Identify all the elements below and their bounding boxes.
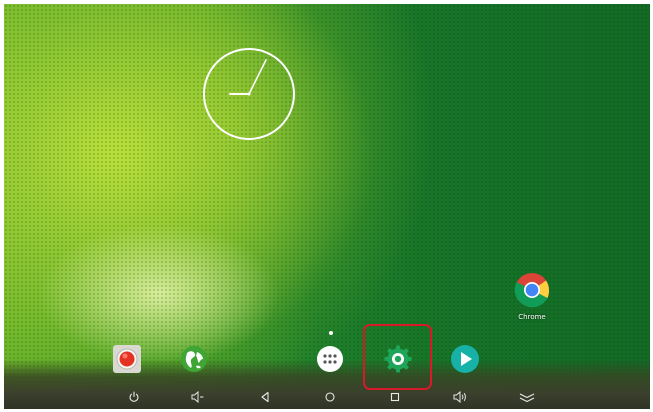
analog-clock-icon — [203, 48, 295, 140]
chrome-icon — [514, 273, 550, 308]
recorder-icon — [113, 345, 141, 373]
page-indicator-dot — [329, 331, 333, 335]
power-icon — [129, 391, 139, 402]
navigation-bar — [4, 385, 650, 409]
home-icon — [325, 392, 335, 402]
back-button[interactable] — [257, 389, 273, 405]
recents-icon — [390, 392, 400, 402]
analog-clock-widget[interactable] — [202, 47, 296, 141]
app-drawer-button[interactable] — [313, 342, 347, 376]
home-screen: Chrome — [4, 4, 650, 409]
power-button[interactable] — [126, 389, 142, 405]
play-store-app[interactable] — [448, 342, 482, 376]
chrome-label: Chrome — [518, 313, 546, 321]
chrome-shortcut[interactable]: Chrome — [510, 272, 554, 321]
browser-globe-icon — [181, 346, 207, 372]
hide-navbar-button[interactable] — [519, 389, 535, 405]
hide-bar-icon — [519, 393, 535, 403]
volume-up-button[interactable] — [453, 389, 469, 405]
browser-app[interactable] — [177, 342, 211, 376]
recorder-app[interactable] — [110, 342, 144, 376]
volume-up-icon — [453, 391, 466, 403]
app-drawer-icon — [317, 346, 343, 372]
home-button[interactable] — [322, 389, 338, 405]
volume-down-icon — [191, 391, 204, 403]
recents-button[interactable] — [387, 389, 403, 405]
volume-down-button[interactable] — [190, 389, 206, 405]
settings-highlight-box — [363, 324, 432, 390]
play-store-icon — [451, 345, 479, 373]
back-icon — [261, 391, 269, 403]
